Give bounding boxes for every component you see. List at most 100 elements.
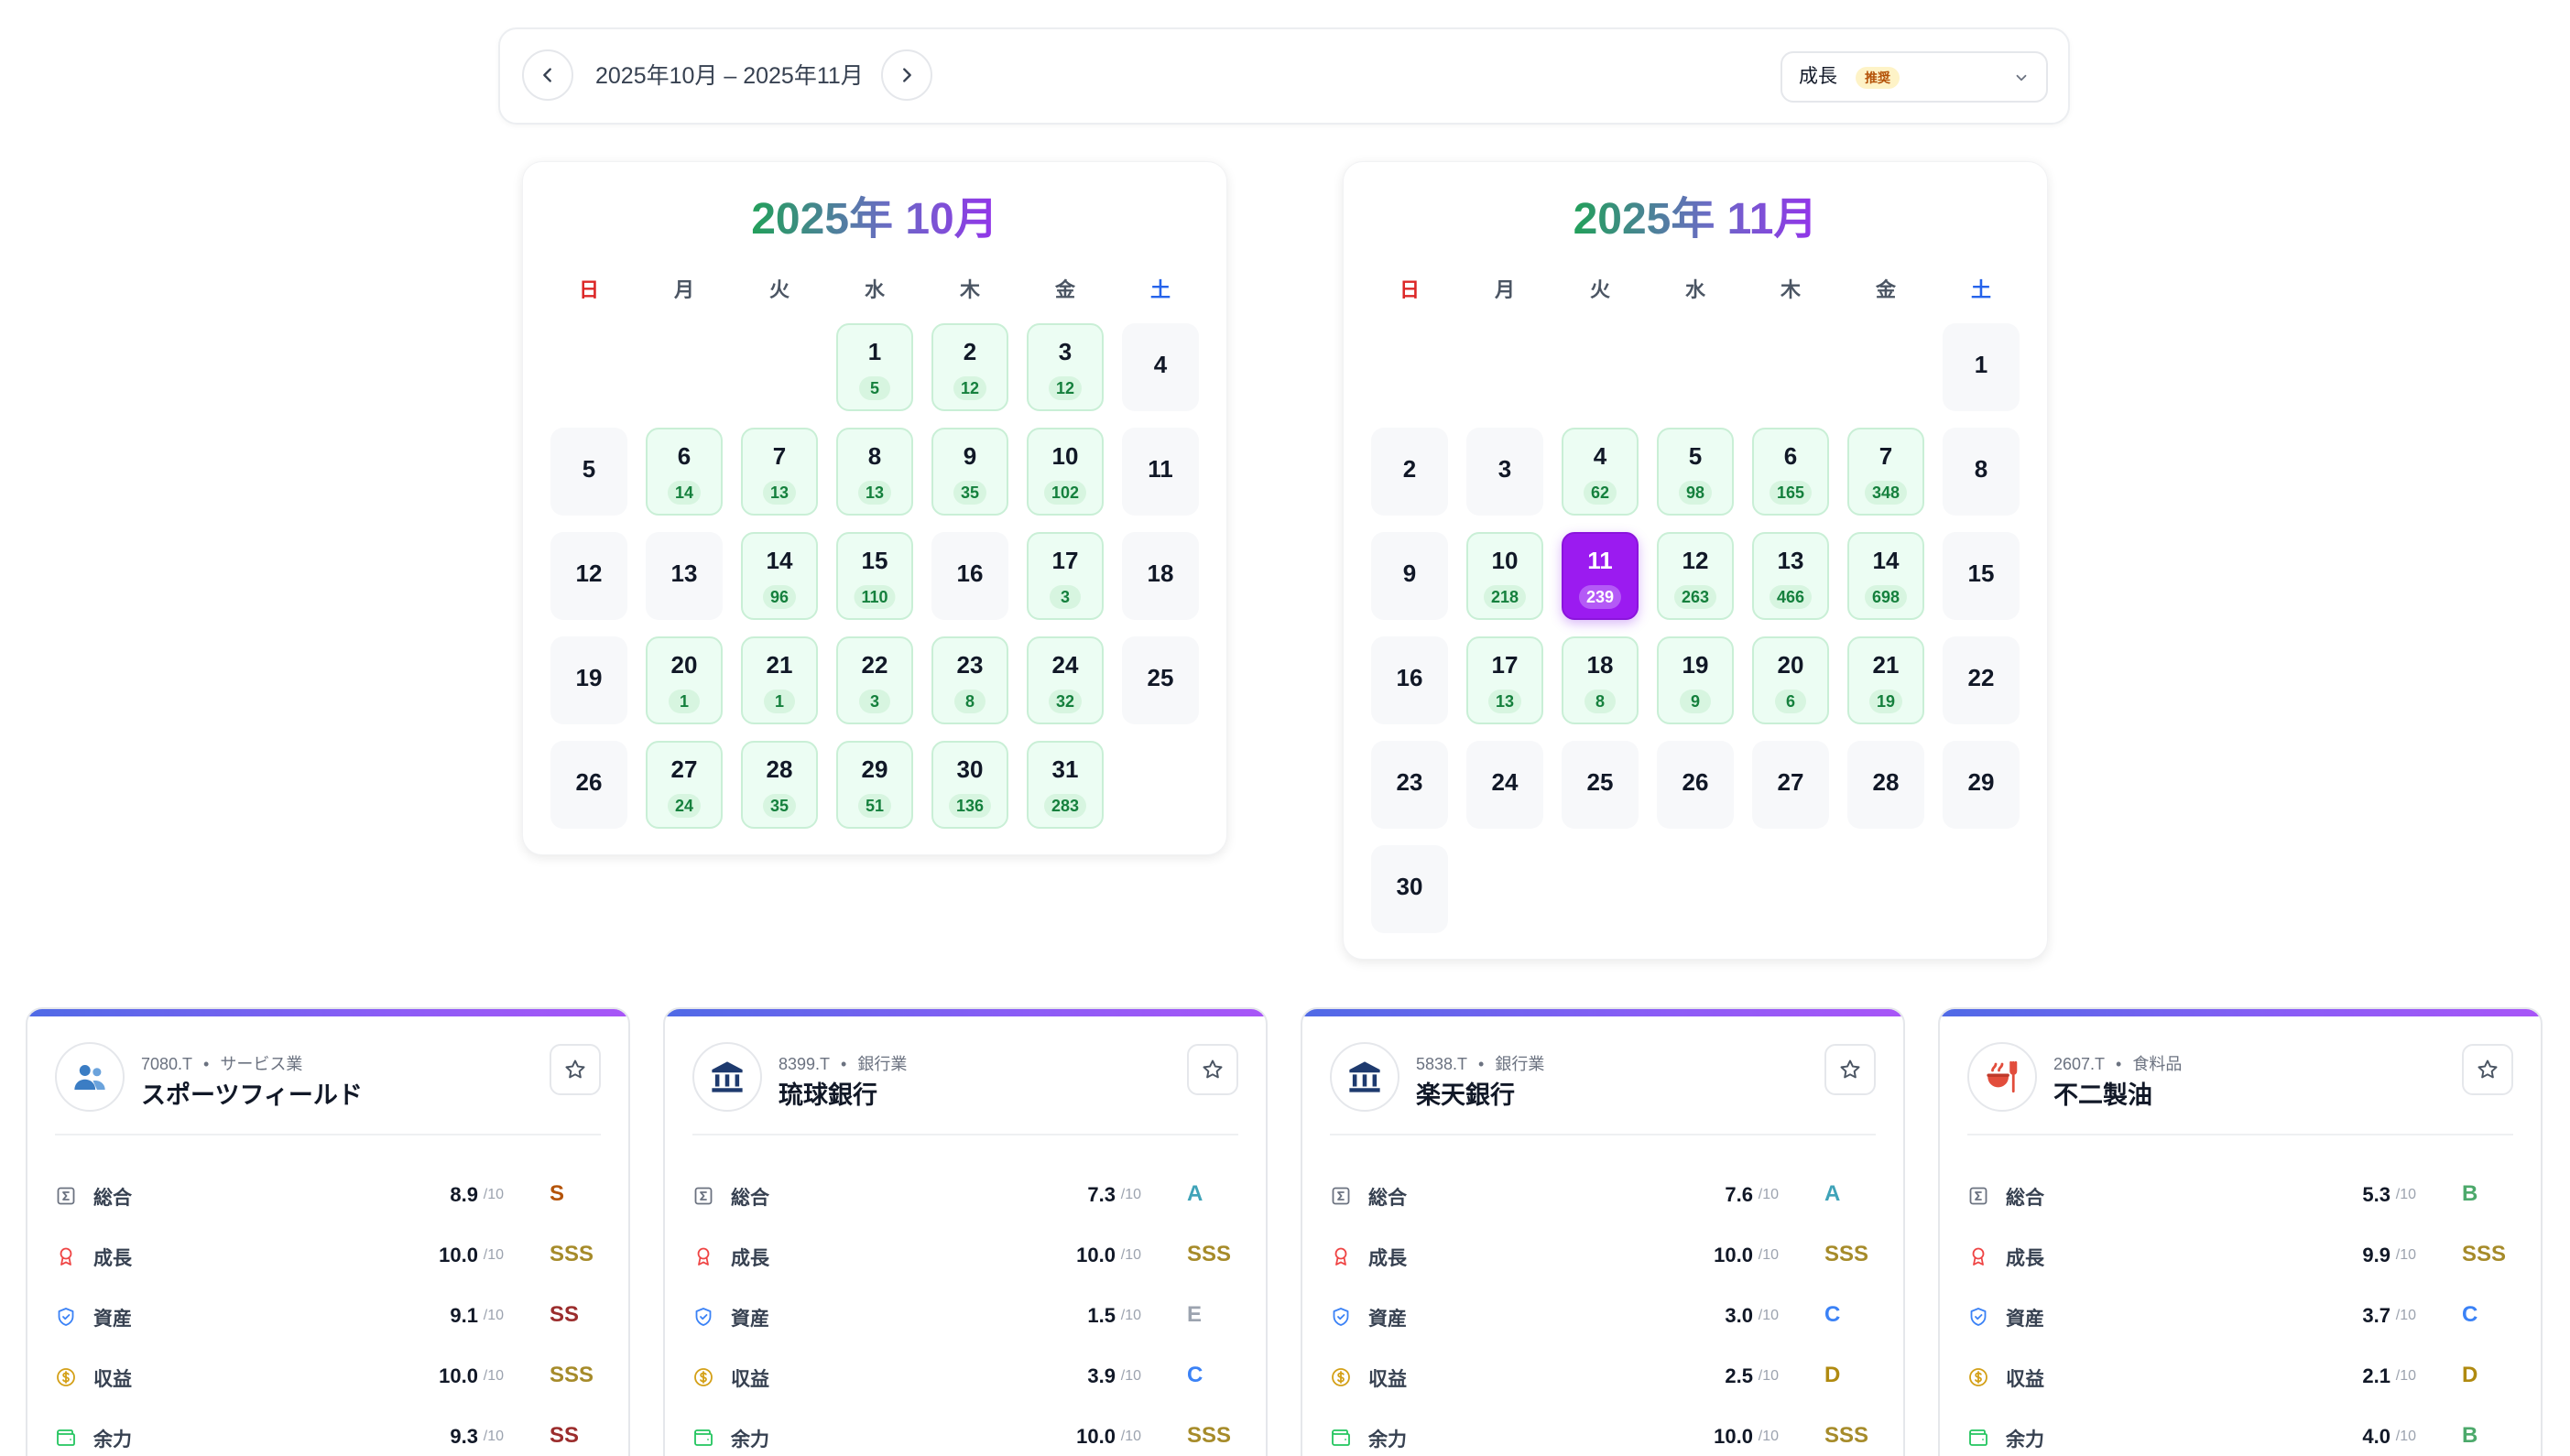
- calendar-day[interactable]: 8: [1943, 428, 2020, 516]
- calendar-day[interactable]: 7 13: [741, 428, 818, 516]
- calendar-day[interactable]: 27 24: [646, 741, 723, 829]
- calendar-day[interactable]: 12 263: [1657, 532, 1734, 620]
- calendar-day[interactable]: 22 3: [836, 636, 913, 724]
- score-value: 5.3: [2362, 1183, 2390, 1206]
- calendar-day[interactable]: 15: [1943, 532, 2020, 620]
- calendar-day[interactable]: 20 6: [1752, 636, 1829, 724]
- day-count-badge: 136: [948, 794, 992, 818]
- score-denominator: /10: [1120, 1247, 1141, 1263]
- calendar-day[interactable]: 10 102: [1027, 428, 1104, 516]
- stock-card[interactable]: 8399.T • 銀行業 琉球銀行 総合 7.3/10 A 成長 10.0/10 SSS 資産 1.5…: [663, 1007, 1268, 1456]
- score-denominator: /10: [1758, 1308, 1779, 1323]
- day-count-badge: 14: [667, 481, 702, 505]
- calendar-day[interactable]: 20 1: [646, 636, 723, 724]
- calendar-day[interactable]: 14 96: [741, 532, 818, 620]
- calendar-day[interactable]: 14 698: [1847, 532, 1924, 620]
- calendar-day[interactable]: 1: [1943, 323, 2020, 411]
- favorite-button[interactable]: [1824, 1044, 1876, 1095]
- calendar-day[interactable]: 2: [1371, 428, 1448, 516]
- company-avatar: [1330, 1042, 1399, 1112]
- calendar-day[interactable]: 8 13: [836, 428, 913, 516]
- stock-card[interactable]: 7080.T • サービス業 スポーツフィールド 総合 8.9/10 S 成長 10.0/10 S…: [26, 1007, 630, 1456]
- calendar-day[interactable]: 9: [1371, 532, 1448, 620]
- calendar-day[interactable]: 16: [931, 532, 1008, 620]
- calendar-day[interactable]: 16: [1371, 636, 1448, 724]
- next-month-button[interactable]: [881, 49, 932, 101]
- calendar-day[interactable]: 6 14: [646, 428, 723, 516]
- calendar-day[interactable]: 5: [550, 428, 627, 516]
- calendar-day[interactable]: 17 3: [1027, 532, 1104, 620]
- calendar-day[interactable]: 30 136: [931, 741, 1008, 829]
- calendar-day[interactable]: 11 239: [1562, 532, 1639, 620]
- day-number: 15: [861, 547, 888, 574]
- score-row-capacity: 余力 10.0/10 SSS: [692, 1419, 1238, 1456]
- calendar-day[interactable]: 12: [550, 532, 627, 620]
- calendar-day[interactable]: 19: [550, 636, 627, 724]
- calendar-day[interactable]: 23 8: [931, 636, 1008, 724]
- score-denominator: /10: [1758, 1429, 1779, 1444]
- calendar-day[interactable]: 18: [1122, 532, 1199, 620]
- sigma-icon: [1330, 1185, 1352, 1207]
- calendar-day[interactable]: 23: [1371, 741, 1448, 829]
- calendar-day[interactable]: 19 9: [1657, 636, 1734, 724]
- score-grade: C: [1824, 1302, 1841, 1327]
- favorite-button[interactable]: [2462, 1044, 2513, 1095]
- calendar-day[interactable]: 26: [550, 741, 627, 829]
- day-count-badge: 35: [762, 794, 797, 818]
- day-number: 3: [1497, 455, 1512, 483]
- calendar-day[interactable]: 25: [1122, 636, 1199, 724]
- calendar-day[interactable]: 2 12: [931, 323, 1008, 411]
- day-count-badge: 239: [1578, 585, 1622, 609]
- calendar-day[interactable]: 3: [1466, 428, 1543, 516]
- calendar-day[interactable]: 13: [646, 532, 723, 620]
- day-number: 4: [1153, 351, 1168, 378]
- calendar-day[interactable]: 22: [1943, 636, 2020, 724]
- calendar-day[interactable]: 24: [1466, 741, 1543, 829]
- stock-card[interactable]: 2607.T • 食料品 不二製油 総合 5.3/10 B 成長 9.9/10 SSS 資産 3.7 /…: [1938, 1007, 2543, 1456]
- calendar-day[interactable]: 31 283: [1027, 741, 1104, 829]
- calendar-day[interactable]: 24 32: [1027, 636, 1104, 724]
- calendar-day[interactable]: 30: [1371, 845, 1448, 933]
- previous-month-button[interactable]: [522, 49, 573, 101]
- calendar-day[interactable]: 4: [1122, 323, 1199, 411]
- calendar-day[interactable]: 18 8: [1562, 636, 1639, 724]
- calendar-day[interactable]: 7 348: [1847, 428, 1924, 516]
- calendar-day[interactable]: 15 110: [836, 532, 913, 620]
- calendar-day[interactable]: 25: [1562, 741, 1639, 829]
- calendar-day[interactable]: 13 466: [1752, 532, 1829, 620]
- calendar-day[interactable]: 21 19: [1847, 636, 1924, 724]
- calendar-day[interactable]: 9 35: [931, 428, 1008, 516]
- calendar-day[interactable]: 15: [836, 323, 913, 411]
- sigma-icon: [55, 1185, 77, 1207]
- coin-icon: [1330, 1366, 1352, 1388]
- month-range-navigator: 2025年10月 – 2025年11月 成長 推奨: [498, 27, 2070, 125]
- calendar-day[interactable]: 28 35: [741, 741, 818, 829]
- calendar-day[interactable]: 6 165: [1752, 428, 1829, 516]
- calendar-day[interactable]: 21 1: [741, 636, 818, 724]
- calendar-day[interactable]: 17 13: [1466, 636, 1543, 724]
- calendar-day[interactable]: 27: [1752, 741, 1829, 829]
- calendar-day[interactable]: 28: [1847, 741, 1924, 829]
- calendar-november: 2025年 11月 日月火水木金土 1 2 3 4 62 5 98 6 165 7 348 8 9 10 21…: [1343, 161, 2048, 960]
- calendar-day[interactable]: 4 62: [1562, 428, 1639, 516]
- score-denominator: /10: [483, 1247, 504, 1263]
- score-denominator: /10: [2395, 1308, 2416, 1323]
- day-number: 25: [1147, 664, 1174, 691]
- day-count-badge: 218: [1483, 585, 1527, 609]
- calendar-day[interactable]: 29 51: [836, 741, 913, 829]
- favorite-button[interactable]: [550, 1044, 601, 1095]
- day-number: 16: [956, 560, 984, 587]
- calendar-day[interactable]: 3 12: [1027, 323, 1104, 411]
- sort-mode-select[interactable]: 成長 推奨: [1780, 51, 2048, 103]
- day-number: 26: [575, 768, 603, 796]
- calendar-day[interactable]: 26: [1657, 741, 1734, 829]
- score-denominator: /10: [1120, 1368, 1141, 1384]
- favorite-button[interactable]: [1187, 1044, 1238, 1095]
- calendar-day[interactable]: 29: [1943, 741, 2020, 829]
- calendar-day[interactable]: 10 218: [1466, 532, 1543, 620]
- calendar-day[interactable]: 11: [1122, 428, 1199, 516]
- score-row-profit: 収益 3.9/10 C: [692, 1359, 1238, 1396]
- star-icon: [1838, 1058, 1862, 1081]
- calendar-day[interactable]: 5 98: [1657, 428, 1734, 516]
- stock-card[interactable]: 5838.T • 銀行業 楽天銀行 総合 7.6/10 A 成長 10.0/10 SSS 資産 3.0…: [1301, 1007, 1905, 1456]
